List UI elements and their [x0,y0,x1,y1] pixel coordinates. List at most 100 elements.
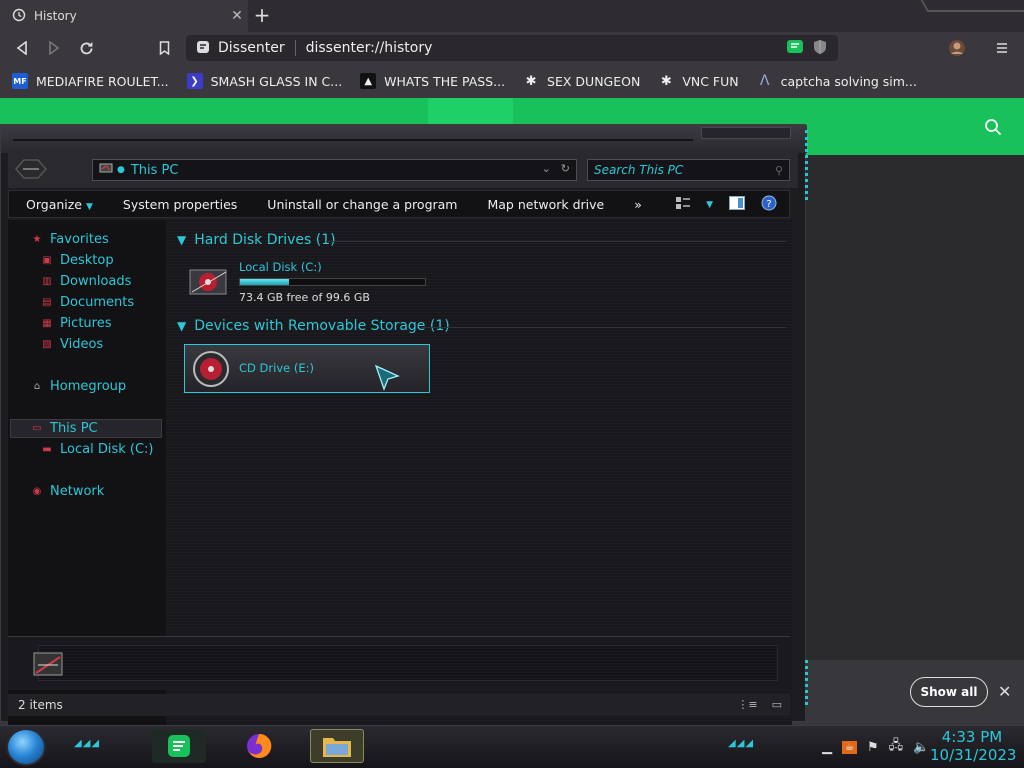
nav-desktop[interactable]: ▣ Desktop [40,253,113,268]
bookmark-mediafire[interactable]: MF MEDIAFIRE ROULET... [12,73,169,89]
more-commands-button[interactable]: » [634,197,642,212]
tab-close-button[interactable]: ✕ [226,8,248,24]
mediafire-icon: MF [12,73,28,89]
bookmark-label: VNC FUN [682,73,739,89]
taskbar-app-dissenter[interactable] [152,729,206,763]
folder-icon [323,738,351,757]
explorer-address-box[interactable]: ● This PC ⌄ ↻ [92,159,577,181]
bookmark-a-icon: Λ [759,73,770,89]
refresh-icon[interactable]: ↻ [561,162,570,175]
taskbar-app-explorer[interactable] [310,729,364,763]
explorer-titlebar[interactable] [1,125,807,153]
hard-drive-icon [188,266,230,298]
nav-videos[interactable]: ▧ Videos [40,337,103,352]
bookmark-smash-glass[interactable]: ❯ SMASH GLASS IN C... [186,73,342,89]
clock-time: 4:33 PM [941,728,1003,746]
bookmark-label: WHATS THE PASS... [384,73,506,89]
drive-usage-fill [240,279,289,285]
videos-icon: ▧ [42,339,52,350]
nav-downloads[interactable]: ▥ Downloads [40,274,131,289]
drive-free-space: 73.4 GB free of 99.6 GB [239,291,370,304]
close-downloads-bar-button[interactable]: ✕ [998,682,1011,701]
star-icon: ★ [32,234,42,245]
taskbar-app-firefox[interactable] [232,729,286,763]
search-icon[interactable]: ⚲ [775,164,783,177]
new-tab-button[interactable]: + [250,4,274,28]
view-options-icon[interactable] [676,197,691,212]
group-divider [326,241,786,242]
site-icon [196,40,210,57]
titlebar-ridge [13,131,693,141]
nav-network[interactable]: ◉ Network [30,484,105,499]
details-panel [38,645,778,681]
shield-icon[interactable] [812,39,828,58]
group-hard-disk-drives[interactable]: ▼ Hard Disk Drives (1) [177,232,336,248]
back-button[interactable] [10,36,34,60]
homegroup-icon: ⌂ [33,381,41,392]
window-edge-lights [805,130,813,200]
this-pc-thumbnail-icon [32,649,66,681]
bookmark-black-icon: ▲ [360,73,377,89]
details-pane [8,636,790,690]
start-button[interactable] [6,728,46,766]
group-title: Devices with Removable Storage (1) [194,318,450,334]
nav-local-disk-c[interactable]: ▬ Local Disk (C:) [40,442,153,457]
profile-avatar[interactable] [945,36,969,60]
taskbar-clock[interactable]: 4:33 PM 10/31/2023 [930,728,1016,764]
bookmark-page-button[interactable] [152,36,176,60]
address-bar[interactable]: Dissenter dissenter://history [186,35,838,61]
system-tray: ▁ ☕ ⚑ 🖧 🔈 [822,736,929,758]
dissenter-icon [168,735,190,757]
action-center-flag-icon[interactable]: ⚑ [867,740,879,755]
bookmark-label: MEDIAFIRE ROULET... [36,73,169,89]
browser-menu-button[interactable] [990,36,1014,60]
tab-history[interactable]: History ✕ [0,0,248,32]
nav-this-pc[interactable]: ▭ This PC [30,421,97,436]
details-view-icon[interactable]: ⋮≡ [737,698,757,711]
group-removable-storage[interactable]: ▼ Devices with Removable Storage (1) [177,318,450,334]
preview-pane-icon[interactable] [729,196,745,213]
network-tray-icon[interactable]: 🖧 [889,736,904,758]
desktop-icon: ▣ [42,255,52,266]
tray-collapse-icon[interactable]: ▁ [822,740,832,755]
nav-orb-icon[interactable] [14,157,48,181]
reload-button[interactable] [74,36,98,60]
organize-button[interactable]: Organize ▼ [26,197,93,212]
status-view-buttons: ⋮≡ ▭ [737,698,782,711]
show-all-downloads-button[interactable]: Show all [910,677,988,707]
system-properties-button[interactable]: System properties [123,197,237,212]
chevron-down-icon[interactable]: ▼ [706,200,713,210]
reload-icon [80,42,92,54]
explorer-search-box[interactable]: ⚲ [587,159,790,181]
chevron-down-icon[interactable]: ⌄ [542,162,551,175]
address-actions: ⌄ ↻ [542,162,570,175]
nav-pictures[interactable]: ▦ Pictures [40,316,111,331]
java-update-icon[interactable]: ☕ [842,740,857,754]
search-input[interactable] [594,163,764,177]
dissenter-comment-icon[interactable] [786,39,804,58]
uninstall-program-button[interactable]: Uninstall or change a program [267,197,457,212]
bookmark-captcha[interactable]: Λ captcha solving sim... [757,73,917,89]
volume-icon[interactable]: 🔈 [913,740,929,755]
help-icon[interactable]: ? [761,195,777,214]
documents-icon: ▤ [42,297,52,308]
tiles-view-icon[interactable]: ▭ [772,698,782,711]
window-controls[interactable] [701,127,791,139]
page-search-icon[interactable] [984,118,1002,141]
history-icon [12,8,26,25]
network-icon: ◉ [32,486,42,497]
chevron-down-icon: ▼ [177,319,187,333]
nav-homegroup[interactable]: ⌂ Homegroup [30,379,126,394]
bookmark-vnc-fun[interactable]: ✱ VNC FUN [658,73,739,89]
nav-favorites[interactable]: ★ Favorites [30,232,109,247]
menu-icon [997,43,1007,53]
forward-button[interactable] [42,36,66,60]
nav-documents[interactable]: ▤ Documents [40,295,134,310]
map-network-drive-button[interactable]: Map network drive [487,197,604,212]
svg-text:?: ? [766,199,771,210]
url-text[interactable]: dissenter://history [306,40,433,56]
bookmark-sex-dungeon[interactable]: ✱ SEX DUNGEON [523,73,641,89]
drive-local-disk-c[interactable]: Local Disk (C:) 73.4 GB free of 99.6 GB [186,258,430,308]
bookmark-whats-the-pass[interactable]: ▲ WHATS THE PASS... [360,73,505,89]
bookmark-chevron-icon: ❯ [186,73,203,89]
